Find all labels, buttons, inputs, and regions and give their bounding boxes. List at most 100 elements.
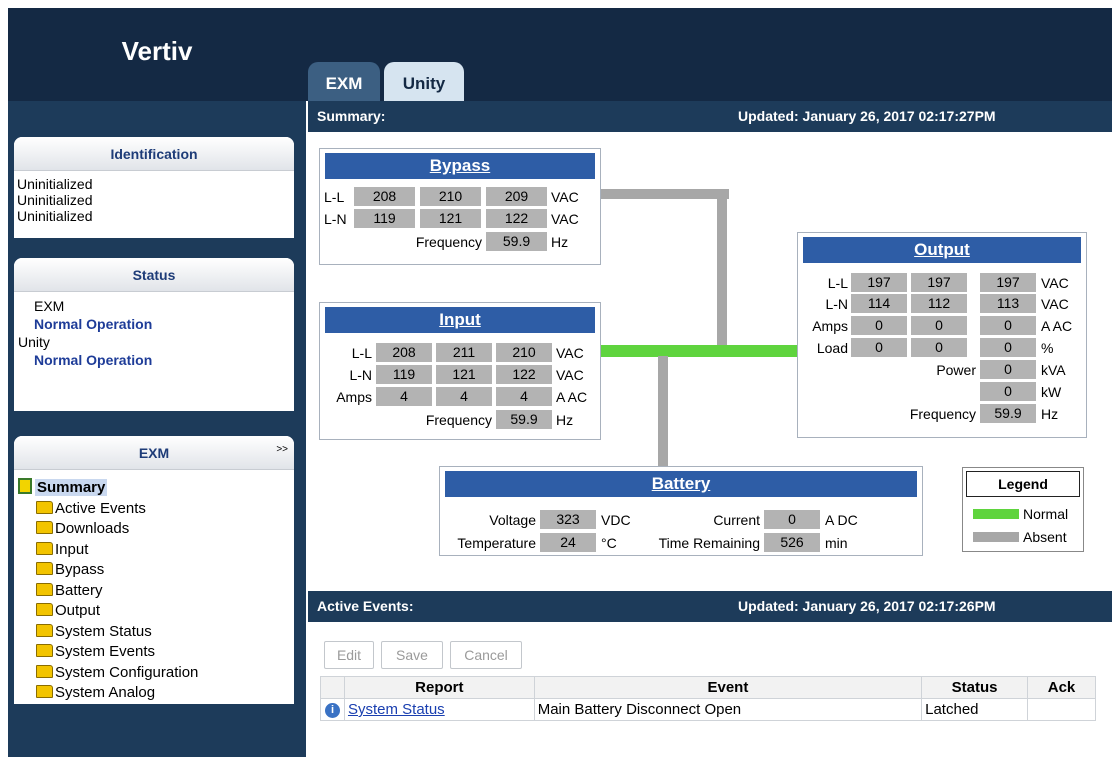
output-panel: Output L-L 197 197 197 VAC L-N 114 112 1… (797, 232, 1087, 438)
tree-item-system-events[interactable]: System Events (18, 642, 290, 663)
info-icon[interactable]: i (324, 703, 340, 718)
tree-item-system-analog[interactable]: System Analog (18, 683, 290, 704)
cancel-button[interactable]: Cancel (450, 641, 522, 669)
input-amps-unit: A AC (556, 389, 588, 405)
input-output-bus (601, 345, 798, 357)
output-ll-value: 197 (911, 273, 967, 292)
bypass-wire-horizontal (598, 189, 729, 199)
output-ln-value: 114 (851, 294, 907, 313)
input-amps-label: Amps (336, 389, 372, 405)
bypass-ln-label: L-N (324, 211, 347, 227)
column-header-icon (320, 676, 345, 699)
bypass-ln-value: 121 (420, 209, 481, 228)
report-link[interactable]: System Status (348, 701, 445, 718)
nav-tree: Summary Active Events Downloads Input By… (14, 470, 294, 704)
tree-item-label: System Analog (55, 684, 156, 701)
tree-item-label: Active Events (55, 499, 146, 517)
input-title-link[interactable]: Input (325, 307, 595, 333)
save-button[interactable]: Save (381, 641, 443, 669)
output-frequency-unit: Hz (1041, 406, 1059, 422)
legend-box: Legend Normal Absent (962, 467, 1084, 552)
tree-item-output[interactable]: Output (18, 601, 290, 622)
input-ll-unit: VAC (556, 345, 584, 361)
brand-logo: Vertiv (121, 36, 193, 66)
output-ll-value: 197 (980, 273, 1036, 292)
folder-icon (36, 685, 53, 698)
bypass-ln-unit: VAC (551, 211, 579, 227)
module-icon (18, 478, 32, 494)
battery-title-link[interactable]: Battery (445, 471, 917, 497)
tree-item-bypass[interactable]: Bypass (18, 560, 290, 581)
tree-item-label: Input (55, 540, 89, 558)
table-row: i System Status Main Battery Disconnect … (320, 698, 1096, 721)
input-ll-value: 208 (376, 343, 432, 362)
bypass-frequency-label: Frequency (415, 234, 482, 250)
output-ll-label: L-L (827, 275, 848, 291)
tree-item-label: Downloads (55, 520, 130, 537)
output-ln-label: L-N (825, 296, 848, 312)
column-header-ack[interactable]: Ack (1027, 676, 1096, 699)
legend-swatch-normal (973, 509, 1019, 519)
folder-icon (36, 541, 53, 555)
tree-item-summary[interactable]: Summary (18, 478, 290, 499)
battery-time-remaining-label: Time Remaining (658, 535, 760, 551)
output-frequency-value: 59.9 (980, 404, 1036, 423)
status-cell: Latched (921, 698, 1029, 721)
input-ln-unit: VAC (556, 367, 584, 383)
tree-item-system-status[interactable]: System Status (18, 622, 290, 643)
input-frequency-label: Frequency (425, 412, 492, 428)
status-card: Status EXM Normal Operation Unity Normal… (14, 258, 294, 411)
column-header-event[interactable]: Event (533, 676, 923, 699)
bypass-panel: Bypass L-L 208 210 209 VAC L-N 119 121 1… (319, 148, 601, 265)
column-header-report[interactable]: Report (343, 676, 535, 699)
bypass-ll-value: 209 (486, 187, 547, 206)
row-icon-cell: i (320, 698, 345, 721)
summary-label: Summary: (317, 108, 386, 124)
battery-panel: Battery Voltage 323 VDC Current 0 A DC T… (439, 466, 923, 556)
folder-icon (36, 500, 53, 514)
output-amps-value: 0 (911, 316, 967, 335)
bypass-frequency-value: 59.9 (486, 232, 547, 251)
summary-header: Summary: Updated: January 26, 2017 02:17… (308, 101, 1112, 132)
tab-exm[interactable]: EXM (308, 62, 380, 101)
tree-item-label: System Configuration (55, 663, 199, 681)
status-unit-state: Normal Operation (34, 316, 153, 332)
output-ll-value: 197 (851, 273, 907, 292)
battery-temperature-unit: °C (601, 535, 617, 551)
identification-card: Identification Uninitialized Uninitializ… (14, 137, 294, 238)
battery-voltage-unit: VDC (601, 512, 631, 528)
output-load-value: 0 (911, 338, 967, 357)
expand-toggle[interactable]: >> (276, 444, 288, 455)
summary-updated: Updated: January 26, 2017 02:17:27PM (738, 108, 996, 124)
identification-line: Uninitialized (17, 192, 93, 208)
identification-line: Uninitialized (17, 176, 93, 192)
active-events-header: Active Events: Updated: January 26, 2017… (308, 591, 1112, 622)
tree-item-input[interactable]: Input (18, 540, 290, 561)
tree-item-system-configuration[interactable]: System Configuration (18, 663, 290, 684)
tree-item-downloads[interactable]: Downloads (18, 519, 290, 540)
bypass-ll-value: 208 (354, 187, 415, 206)
bypass-ll-value: 210 (420, 187, 481, 206)
output-ll-unit: VAC (1041, 275, 1069, 291)
tree-item-battery[interactable]: Battery (18, 581, 290, 602)
battery-temperature-label: Temperature (457, 535, 536, 551)
tree-item-label: System Events (55, 643, 156, 660)
status-unit-name: EXM (34, 298, 65, 314)
status-title: Status (14, 258, 294, 292)
bypass-frequency-unit: Hz (551, 234, 569, 250)
output-title-link[interactable]: Output (803, 237, 1081, 263)
status-unit-name: Unity (18, 334, 50, 350)
column-header-status[interactable]: Status (921, 676, 1029, 699)
tab-unity[interactable]: Unity (384, 62, 464, 101)
output-load-label: Load (816, 340, 848, 356)
output-kw-unit: kW (1041, 384, 1062, 400)
folder-icon (36, 623, 53, 637)
bypass-title-link[interactable]: Bypass (325, 153, 595, 179)
input-amps-value: 4 (436, 387, 492, 406)
input-ln-value: 119 (376, 365, 432, 384)
edit-button[interactable]: Edit (324, 641, 374, 669)
input-ln-value: 122 (496, 365, 552, 384)
battery-voltage-value: 323 (540, 510, 596, 529)
ack-cell[interactable] (1027, 698, 1096, 721)
tree-item-active-events[interactable]: Active Events (18, 499, 290, 520)
